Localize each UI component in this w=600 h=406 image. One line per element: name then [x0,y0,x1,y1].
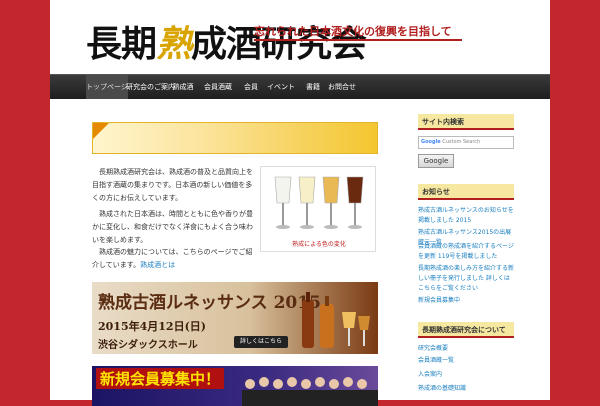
glass-amber [322,176,340,229]
nav-item-home[interactable]: トップページ [86,75,128,99]
news-item[interactable]: 長期熟成酒の楽しみ方を紹介する新しい冊子を発行しました 詳しくはこちらをご覧くだ… [418,264,514,294]
search-brand-logo: Google [421,139,441,145]
aged-sake-link[interactable]: 熟成酒とは [140,261,175,269]
search-placeholder: Custom Search [442,139,481,145]
nav-item-aged-sake[interactable]: 熟成酒 [172,75,194,99]
event-banner-renaissance[interactable]: 熟成古酒ルネッサンス 2015 2015年4月12日(日) 渋谷シダックスホール… [92,282,378,354]
nav-item-events[interactable]: イベント [265,75,297,99]
about-link[interactable]: 入会案内 [418,370,514,380]
page-wrapper: 長期熟成酒研究会 忘れられた日本酒文化の復興を目指して トップページ 研究会のご… [50,0,550,406]
intro-paragraph-3: 熟成酒の魅力については、こちらのページでご紹介しています。熟成酒とは [92,246,254,272]
news-item[interactable]: 熟成古酒ルネッサンスのお知らせを掲載しました 2015 [418,206,514,226]
sake-bottles-image [302,292,370,348]
nav-item-books[interactable]: 書籍 [302,75,324,99]
figure-caption: 熟成による色の変化 [292,241,346,248]
news-item[interactable]: 新規会員募集中 [418,296,514,306]
glass-pale [298,176,316,229]
about-link[interactable]: 熟成酒の基礎知識 [418,384,514,394]
search-button[interactable]: Google [418,154,454,168]
sake-glasses-image [274,176,364,229]
search-widget-title: サイト内検索 [418,114,514,130]
intro-paragraph-2: 熟成された日本酒は、時間とともに色や香りが豊かに変化し、和食だけでなく洋食にもよ… [92,210,253,244]
site-tagline: 忘れられた日本酒文化の復興を目指して [254,23,462,41]
nav-item-about[interactable]: 研究会のご案内 [126,75,175,99]
nav-item-breweries[interactable]: 会員酒蔵 [200,75,236,99]
site-header: 長期熟成酒研究会 忘れられた日本酒文化の復興を目指して [50,0,550,74]
glass-clear [274,176,292,229]
about-widget-title: 長期熟成酒研究会について [418,322,514,338]
event-details-button[interactable]: 詳しくはこちら [234,336,289,348]
page-title-bar [92,122,378,154]
logo-ku-mark: 熟 [156,23,192,65]
about-link[interactable]: 研究会概要 [418,344,514,354]
intro-paragraph-1: 長期熟成酒研究会は、熟成酒の普及と品質向上を目指す酒蔵の集まりです。日本酒の新し… [92,168,253,202]
event-banner-venue: 渋谷シダックスホール [98,340,198,351]
site-logo[interactable]: 長期熟成酒研究会 忘れられた日本酒文化の復興を目指して [86,16,462,72]
news-widget-title: お知らせ [418,184,514,200]
about-link[interactable]: 会員酒蔵一覧 [418,356,514,366]
members-group-photo [242,377,378,406]
logo-part-1: 長期 [86,23,157,65]
member-recruit-banner[interactable]: 新規会員募集中！ [92,366,378,406]
glass-dark [346,176,364,229]
title-corner-decoration [93,123,109,139]
sake-glasses-figure[interactable]: 熟成による色の変化 [260,166,376,252]
member-recruit-title: 新規会員募集中！ [96,368,225,389]
news-item[interactable]: 会員酒蔵の熟成酒を紹介するページを更新 119号を掲載しました [418,242,514,262]
event-banner-title: 熟成古酒ルネッサンス 2015 [98,293,321,313]
nav-item-members[interactable]: 会員 [240,75,262,99]
main-navigation: トップページ 研究会のご案内 熟成酒 会員酒蔵 会員 イベント 書籍 お問合せ [50,74,550,99]
event-banner-date: 2015年4月12日(日) [98,320,206,333]
search-input[interactable]: Google Custom Search [418,136,514,149]
nav-item-contact[interactable]: お問合せ [326,75,358,99]
